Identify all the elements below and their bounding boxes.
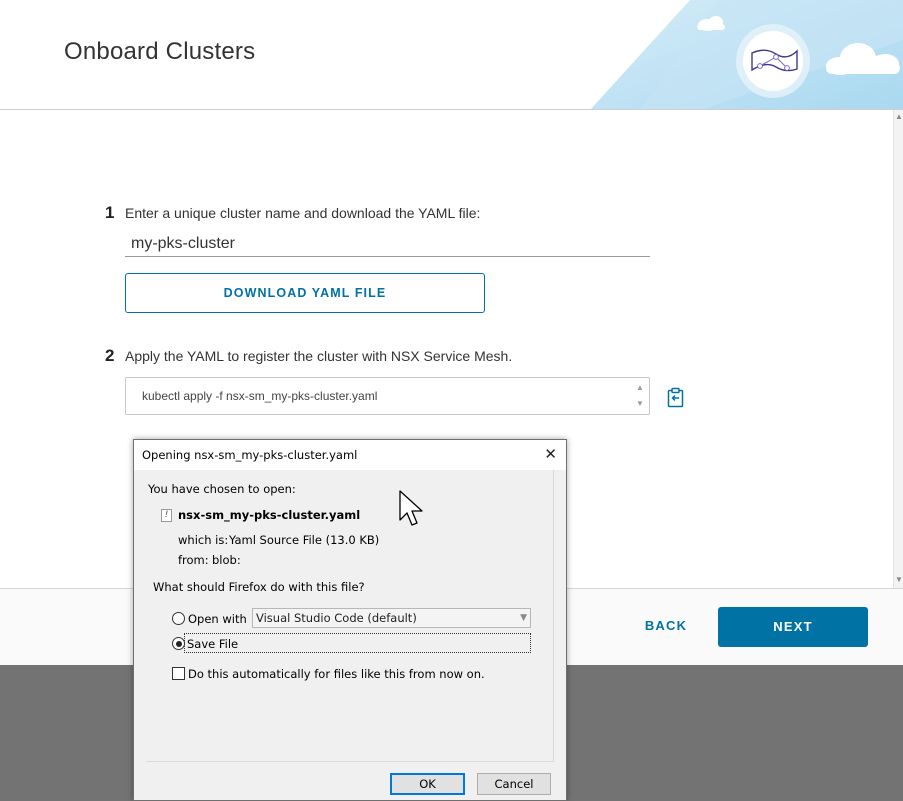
cluster-name-input[interactable] xyxy=(125,232,650,257)
command-textarea[interactable]: kubectl apply -f nsx-sm_my-pks-cluster.y… xyxy=(125,377,650,415)
file-name: nsx-sm_my-pks-cluster.yaml xyxy=(178,508,361,522)
scroll-down-icon[interactable]: ▼ xyxy=(894,575,903,585)
application-select-value: Visual Studio Code (default) xyxy=(256,611,417,625)
open-file-dialog: Opening nsx-sm_my-pks-cluster.yaml ✕ You… xyxy=(133,439,567,801)
textarea-scroll[interactable]: ▲ ▼ xyxy=(635,380,645,412)
command-text: kubectl apply -f nsx-sm_my-pks-cluster.y… xyxy=(142,389,378,403)
open-with-radio[interactable] xyxy=(172,612,185,625)
step-1-instruction: Enter a unique cluster name and download… xyxy=(125,205,481,221)
wizard-header: Onboard Clusters xyxy=(0,0,903,110)
file-type-value: Yaml Source File (13.0 KB) xyxy=(229,533,380,547)
from-label: from: xyxy=(178,553,209,567)
auto-action-checkbox[interactable] xyxy=(172,667,185,680)
cancel-button[interactable]: Cancel xyxy=(477,773,551,795)
copy-clipboard-icon[interactable] xyxy=(666,387,686,409)
page-title: Onboard Clusters xyxy=(64,38,256,65)
chosen-to-open-label: You have chosen to open: xyxy=(148,482,296,496)
dialog-titlebar: Opening nsx-sm_my-pks-cluster.yaml ✕ xyxy=(134,440,566,470)
which-is-label: which is: xyxy=(178,533,229,547)
open-with-label[interactable]: Open with xyxy=(188,612,247,626)
scroll-up-icon[interactable]: ▲ xyxy=(894,112,903,122)
step-1-number: 1 xyxy=(105,203,115,222)
application-select[interactable]: Visual Studio Code (default) ▼ xyxy=(252,608,531,628)
scroll-down-icon[interactable]: ▼ xyxy=(635,396,645,412)
auto-action-label[interactable]: Do this automatically for files like thi… xyxy=(188,667,485,681)
download-yaml-button[interactable]: DOWNLOAD YAML FILE xyxy=(125,273,485,313)
scroll-up-icon[interactable]: ▲ xyxy=(635,380,645,396)
mouse-cursor-icon xyxy=(399,490,423,526)
dialog-title: Opening nsx-sm_my-pks-cluster.yaml xyxy=(142,448,358,462)
close-icon[interactable]: ✕ xyxy=(544,445,557,463)
next-button[interactable]: NEXT xyxy=(718,607,868,647)
content-scrollbar[interactable]: ▲ ▼ xyxy=(893,110,903,588)
chevron-down-icon: ▼ xyxy=(520,613,527,623)
ok-button[interactable]: OK xyxy=(390,773,465,795)
dialog-question: What should Firefox do with this file? xyxy=(153,580,365,594)
save-file-label[interactable]: Save File xyxy=(187,637,238,651)
from-value: blob: xyxy=(212,553,241,567)
back-button[interactable]: BACK xyxy=(636,610,696,642)
step-2-instruction: Apply the YAML to register the cluster w… xyxy=(125,348,513,364)
step-2-number: 2 xyxy=(105,346,115,365)
file-icon: ! xyxy=(161,509,172,522)
